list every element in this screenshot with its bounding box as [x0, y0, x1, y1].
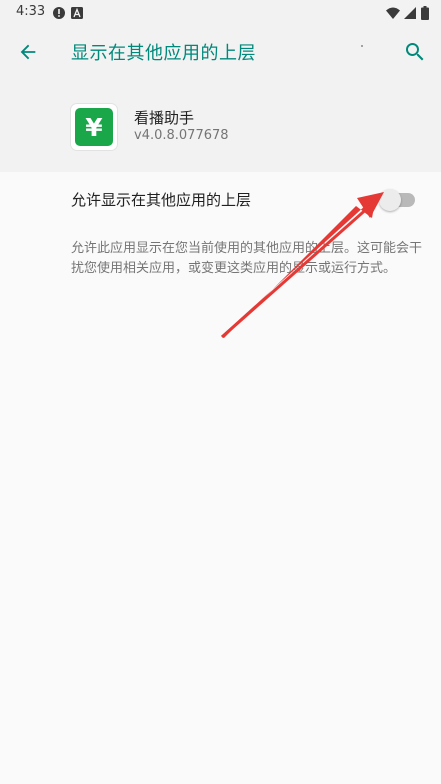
setting-label: 允许显示在其他应用的上层: [71, 191, 252, 209]
back-button[interactable]: [10, 34, 46, 70]
status-time: 4:33: [16, 4, 46, 19]
app-a-icon: [71, 7, 83, 19]
app-version: v4.0.8.077678: [134, 128, 229, 143]
decorative-dot: [361, 45, 363, 47]
page-title: 显示在其他应用的上层: [71, 43, 256, 64]
search-icon: [406, 43, 424, 61]
yen-icon: ¥: [75, 108, 113, 146]
app-name: 看播助手: [134, 109, 195, 127]
search-button[interactable]: [397, 34, 433, 70]
app-bar: 显示在其他应用的上层: [0, 24, 441, 80]
signal-icon: [404, 7, 416, 19]
setting-description: 允许此应用显示在您当前使用的其他应用的上层。这可能会干扰您使用相关应用，或变更这…: [71, 241, 423, 276]
arrow-left-icon: [20, 44, 36, 60]
toggle-thumb: [379, 189, 401, 211]
alert-circle-icon: [53, 7, 65, 19]
app-header: ¥ 看播助手 v4.0.8.077678: [0, 80, 441, 172]
svg-text:¥: ¥: [85, 114, 103, 140]
status-left-icons: [52, 5, 84, 19]
setting-row-overlay-permission[interactable]: 允许显示在其他应用的上层: [0, 172, 441, 228]
wifi-icon: [386, 7, 400, 19]
setting-toggle[interactable]: [379, 189, 417, 211]
status-right-icons: [385, 5, 431, 20]
status-bar: 4:33: [0, 0, 441, 24]
app-icon: ¥: [71, 104, 117, 150]
battery-icon: [421, 6, 429, 20]
